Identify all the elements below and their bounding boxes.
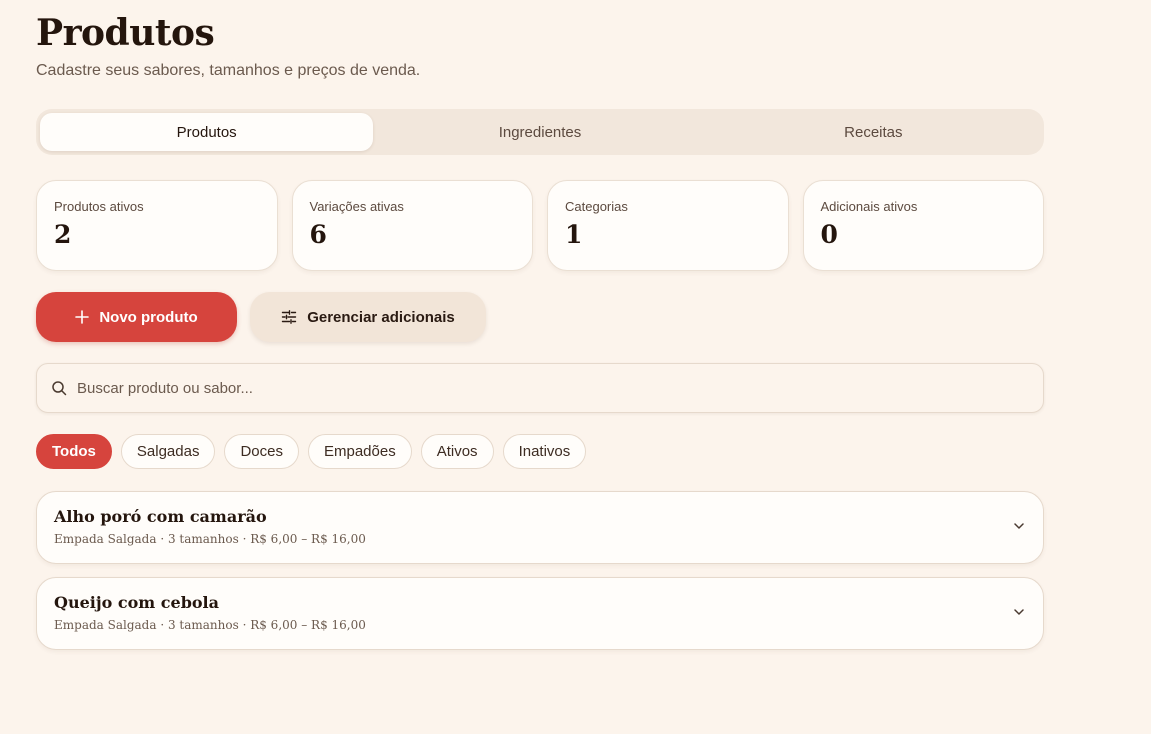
sliders-icon bbox=[281, 309, 297, 325]
filter-chip-ativos[interactable]: Ativos bbox=[420, 434, 494, 469]
manage-addons-label: Gerenciar adicionais bbox=[307, 308, 455, 326]
product-meta: Empada Salgada · 3 tamanhos · R$ 6,00 – … bbox=[54, 618, 366, 632]
page-title: Produtos bbox=[36, 12, 215, 54]
product-meta: Empada Salgada · 3 tamanhos · R$ 6,00 – … bbox=[54, 532, 366, 546]
stats-row: Produtos ativos 2 Variações ativas 6 Cat… bbox=[36, 180, 1044, 271]
new-product-label: Novo produto bbox=[99, 308, 198, 326]
search-icon bbox=[51, 380, 67, 396]
filter-chip-todos[interactable]: Todos bbox=[36, 434, 112, 469]
tab-ingredientes[interactable]: Ingredientes bbox=[373, 113, 706, 151]
stat-card-active-products: Produtos ativos 2 bbox=[36, 180, 278, 271]
stat-card-categories: Categorias 1 bbox=[547, 180, 789, 271]
list-item[interactable]: Alho poró com camarão Empada Salgada · 3… bbox=[36, 491, 1044, 564]
chevron-down-icon[interactable] bbox=[1013, 520, 1025, 532]
manage-addons-button[interactable]: Gerenciar adicionais bbox=[250, 292, 486, 342]
product-name: Alho poró com camarão bbox=[54, 507, 267, 526]
filter-chip-empadoes[interactable]: Empadões bbox=[307, 434, 412, 469]
stat-value: 1 bbox=[565, 220, 583, 249]
products-page: Produtos Cadastre seus sabores, tamanhos… bbox=[0, 0, 1151, 734]
product-name: Queijo com cebola bbox=[54, 593, 219, 612]
tab-bar: Produtos Ingredientes Receitas bbox=[36, 109, 1044, 155]
tab-receitas[interactable]: Receitas bbox=[707, 113, 1040, 151]
stat-card-active-variations: Variações ativas 6 bbox=[291, 180, 533, 271]
filter-chips: Todos Salgadas Doces Empadões Ativos Ina… bbox=[36, 434, 587, 469]
action-buttons: Novo produto Gerenciar adicionais bbox=[36, 292, 486, 342]
stat-value: 2 bbox=[54, 220, 72, 249]
stat-label: Variações ativas bbox=[309, 199, 404, 214]
search-bar bbox=[36, 363, 1044, 413]
stat-value: 6 bbox=[309, 220, 327, 249]
stat-label: Adicionais ativos bbox=[820, 199, 918, 214]
filter-chip-doces[interactable]: Doces bbox=[224, 434, 299, 469]
tab-produtos[interactable]: Produtos bbox=[40, 113, 374, 151]
list-item[interactable]: Queijo com cebola Empada Salgada · 3 tam… bbox=[36, 577, 1044, 650]
chevron-down-icon[interactable] bbox=[1013, 606, 1025, 618]
stat-label: Produtos ativos bbox=[54, 199, 144, 214]
product-list: Alho poró com camarão Empada Salgada · 3… bbox=[36, 491, 1044, 650]
new-product-button[interactable]: Novo produto bbox=[36, 292, 237, 342]
stat-value: 0 bbox=[820, 220, 838, 249]
stat-card-active-addons: Adicionais ativos 0 bbox=[802, 180, 1044, 271]
page-subtitle: Cadastre seus sabores, tamanhos e preços… bbox=[36, 62, 421, 79]
search-input[interactable] bbox=[77, 379, 1043, 397]
filter-chip-inativos[interactable]: Inativos bbox=[502, 434, 587, 469]
stat-label: Categorias bbox=[565, 199, 628, 214]
filter-chip-salgadas[interactable]: Salgadas bbox=[120, 434, 216, 469]
plus-icon bbox=[75, 310, 90, 324]
